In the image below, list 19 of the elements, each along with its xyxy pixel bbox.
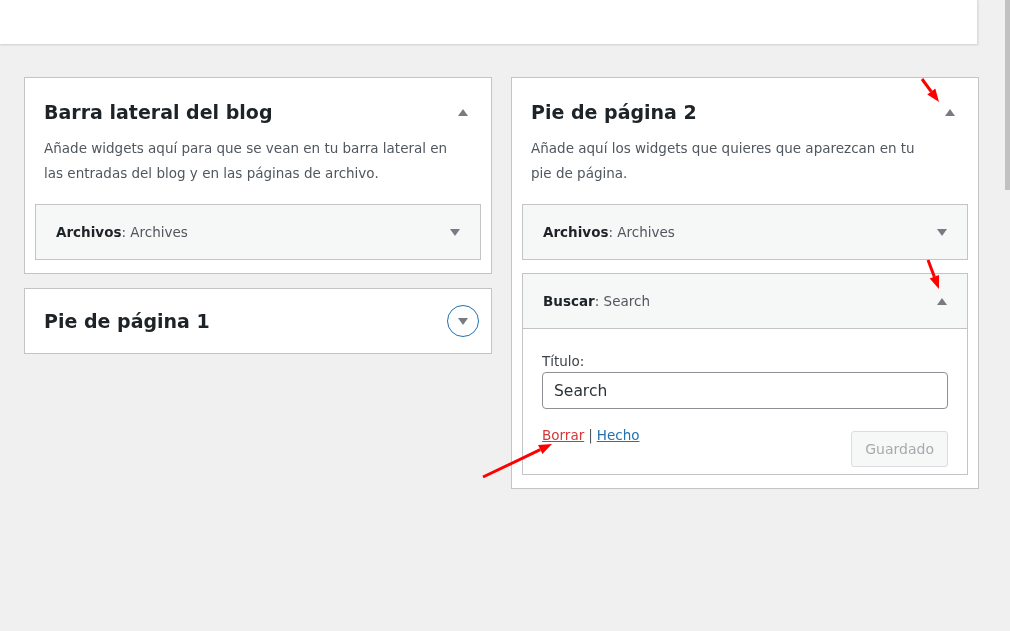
sidebar-description: Añade aquí los widgets que quieres que aparezcan en tu pie de página. [531, 139, 916, 183]
sidebar-title: Barra lateral del blog [44, 101, 273, 123]
sidebar-title: Pie de página 2 [531, 101, 697, 123]
annotation-arrow [926, 259, 940, 289]
title-label: Título: [542, 353, 586, 369]
widget-title: Buscar: Search [543, 293, 650, 309]
widget-title: Archivos: Archives [56, 224, 188, 240]
sidebar-title: Pie de página 1 [44, 310, 210, 332]
annotation-arrow [920, 78, 939, 102]
widget-title: Archivos: Archives [543, 224, 675, 240]
sidebar-description: Añade widgets aquí para que se vean en tu barra lateral en las entradas del blog y en las páginas de archivo. [44, 139, 449, 183]
widget-header[interactable]: Archivos: Archives [523, 205, 967, 259]
done-link[interactable]: Hecho [596, 427, 640, 443]
annotation-arrow [482, 444, 552, 479]
link-separator: | [588, 427, 593, 443]
delete-link[interactable]: Borrar [542, 427, 585, 443]
title-input-field[interactable]: Search [542, 372, 948, 409]
widget-header[interactable]: Archivos: Archives [36, 205, 480, 259]
widget-header[interactable]: Buscar: Search [523, 274, 967, 329]
